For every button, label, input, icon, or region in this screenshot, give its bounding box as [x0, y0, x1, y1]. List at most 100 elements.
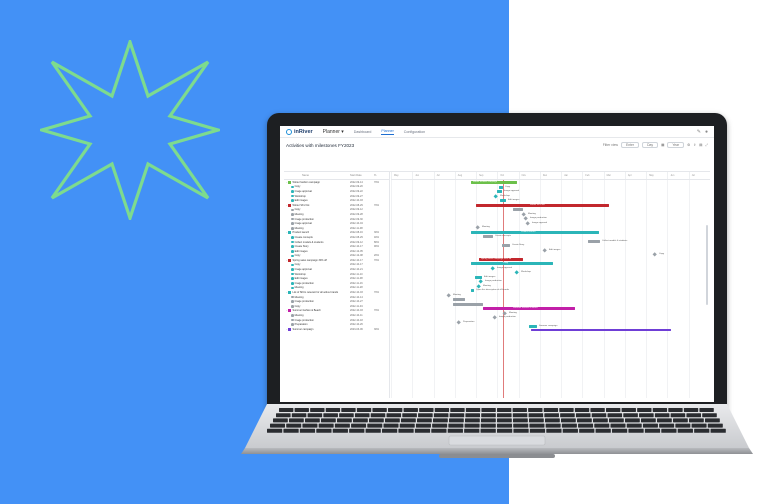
- expand-icon[interactable]: ⤢: [705, 143, 708, 147]
- row-percent: 30%: [374, 231, 380, 235]
- row-name: Product launch: [292, 231, 310, 235]
- star-outline-icon: [40, 40, 220, 220]
- gantt-label-product-launch: Product launch: [521, 231, 536, 233]
- keyboard-key: [574, 408, 590, 412]
- user-icon[interactable]: ●: [705, 129, 708, 135]
- month-label: Jul: [688, 172, 710, 179]
- row-name-cell: Meeting: [284, 227, 350, 230]
- keyboard-key: [339, 413, 354, 418]
- gantt-bar-summer-campaign[interactable]: [531, 329, 671, 331]
- milestone-image-approval[interactable]: [525, 221, 531, 227]
- milestone-meeting-2[interactable]: [475, 225, 481, 231]
- logo-icon: [286, 128, 292, 135]
- keyboard-key: [402, 413, 417, 418]
- task-dot-icon: [291, 190, 294, 193]
- keyboard-key: [661, 428, 677, 433]
- gantt-bar-product-launch[interactable]: Product launch: [471, 231, 599, 235]
- collapse-icon[interactable]: −: [286, 309, 287, 312]
- keyboard-key: [543, 408, 559, 412]
- keyboard-key: [353, 418, 368, 423]
- gantt-bar-image-production-3[interactable]: [453, 298, 465, 302]
- gantt-label-create-story: Create Story: [512, 244, 525, 246]
- gantt-bar-collect-models[interactable]: [588, 240, 600, 244]
- gantt-bar-sku-list[interactable]: Winter SKU list: [476, 204, 609, 208]
- keyboard-key: [561, 418, 576, 423]
- gantt-bar-image-approval[interactable]: [497, 190, 502, 194]
- milestone-copy[interactable]: [652, 252, 658, 258]
- milestone-edit-images[interactable]: [542, 248, 548, 254]
- tab-dashboard[interactable]: Dashboard: [354, 130, 372, 134]
- row-name: List of SKUs relevant for all active bra…: [292, 291, 339, 295]
- row-name-cell: Create Story: [284, 245, 350, 248]
- row-name-cell: − Summer campaign: [284, 327, 350, 331]
- gantt-bar-spring-sales[interactable]: Spring sales campaign 30% off: [479, 258, 523, 262]
- row-name-cell: − Winter SKU list: [284, 203, 350, 207]
- gantt-bar-winter-campaign[interactable]: Winter fashion campaign: [471, 181, 517, 185]
- month-label: Jun: [667, 172, 688, 179]
- task-dot-icon: [291, 318, 294, 322]
- keyboard-key: [286, 423, 302, 428]
- row-name: Meeting: [294, 295, 304, 299]
- print-icon[interactable]: ▤: [699, 143, 702, 147]
- search-input[interactable]: Enter: [620, 142, 640, 148]
- row-start-date: 2022-11-08: [350, 226, 363, 230]
- keyboard-key: [641, 418, 656, 423]
- tab-configuration[interactable]: Configuration: [404, 130, 425, 134]
- milestone-image-approval-3[interactable]: [490, 266, 496, 272]
- gantt-bar-copy[interactable]: [499, 186, 503, 190]
- settings-icon[interactable]: ⚙: [687, 143, 690, 147]
- filter-button[interactable]: Filter view: [603, 143, 618, 147]
- collapse-icon[interactable]: −: [286, 291, 287, 294]
- tab-planner[interactable]: Planner: [381, 129, 394, 135]
- month-gridline: [412, 180, 414, 398]
- gantt-bar-spring-copy[interactable]: Copy: [471, 262, 553, 266]
- app-switcher[interactable]: Planner ▾: [323, 129, 344, 135]
- milestone-preparation[interactable]: [456, 320, 462, 326]
- keyboard-key: [337, 418, 352, 423]
- vertical-scrollbar[interactable]: [706, 225, 708, 305]
- gantt-bar-summer-campaign-start[interactable]: [529, 325, 537, 329]
- gantt-bar-edit-images[interactable]: [500, 199, 506, 203]
- gantt-bar-sku-copy[interactable]: [513, 208, 523, 212]
- keyboard-key: [354, 413, 370, 418]
- keyboard-key: [419, 408, 434, 412]
- milestone-meeting-4[interactable]: [446, 293, 452, 299]
- pencil-icon[interactable]: ✎: [697, 129, 701, 135]
- row-name-cell: Meeting: [284, 213, 350, 216]
- collapse-icon[interactable]: −: [286, 231, 287, 234]
- keyboard-key: [606, 408, 621, 412]
- gantt-bar-create-concepts[interactable]: [483, 235, 493, 239]
- keyboard-key: [654, 413, 670, 418]
- group-color-icon: [288, 180, 292, 184]
- group-color-icon: [288, 291, 292, 295]
- collapse-icon[interactable]: −: [286, 328, 287, 331]
- gantt-bar-summer-fashion[interactable]: Summer fashion & Beach: [483, 307, 575, 311]
- gantt-bar-copy-4[interactable]: [453, 303, 483, 307]
- keyboard-key: [590, 408, 605, 412]
- month-label: Jul: [433, 172, 455, 179]
- share-icon[interactable]: ⇪: [693, 143, 696, 147]
- keyboard-key: [367, 423, 383, 428]
- row-start-date: 2022-09-20: [350, 185, 363, 189]
- month-label: Aug: [454, 172, 476, 179]
- app-header: inRiver Planner ▾ Dashboard Planner Conf…: [280, 126, 714, 138]
- collapse-icon[interactable]: −: [286, 204, 287, 207]
- keyboard-key: [273, 418, 288, 423]
- gantt-bar-create-story[interactable]: [502, 244, 510, 248]
- app-logo[interactable]: inRiver: [286, 128, 313, 135]
- collapse-icon[interactable]: −: [286, 181, 287, 184]
- gantt-label-meeting-4: Meeting: [453, 294, 461, 296]
- group-color-icon: [288, 327, 292, 331]
- milestone-image-production-2[interactable]: [478, 279, 484, 285]
- collapse-icon[interactable]: −: [286, 259, 287, 262]
- row-start-date: 2022-12-08: [350, 254, 363, 258]
- gantt-bar-list-skus[interactable]: [471, 289, 474, 293]
- table-row-group[interactable]: − Summer campaign 2023-03-06 30%: [284, 327, 389, 332]
- keyboard-key: [334, 423, 350, 428]
- view-select[interactable]: Year: [667, 142, 685, 148]
- zoom-select[interactable]: Day: [642, 142, 659, 148]
- task-dot-icon: [291, 314, 294, 317]
- column-percent: %: [374, 174, 377, 177]
- calendar-icon[interactable]: ▦: [661, 143, 664, 147]
- month-header: May Jun Jul Aug Sep Oct Nov Dec Jan Feb Mar Apr May J…: [391, 172, 710, 180]
